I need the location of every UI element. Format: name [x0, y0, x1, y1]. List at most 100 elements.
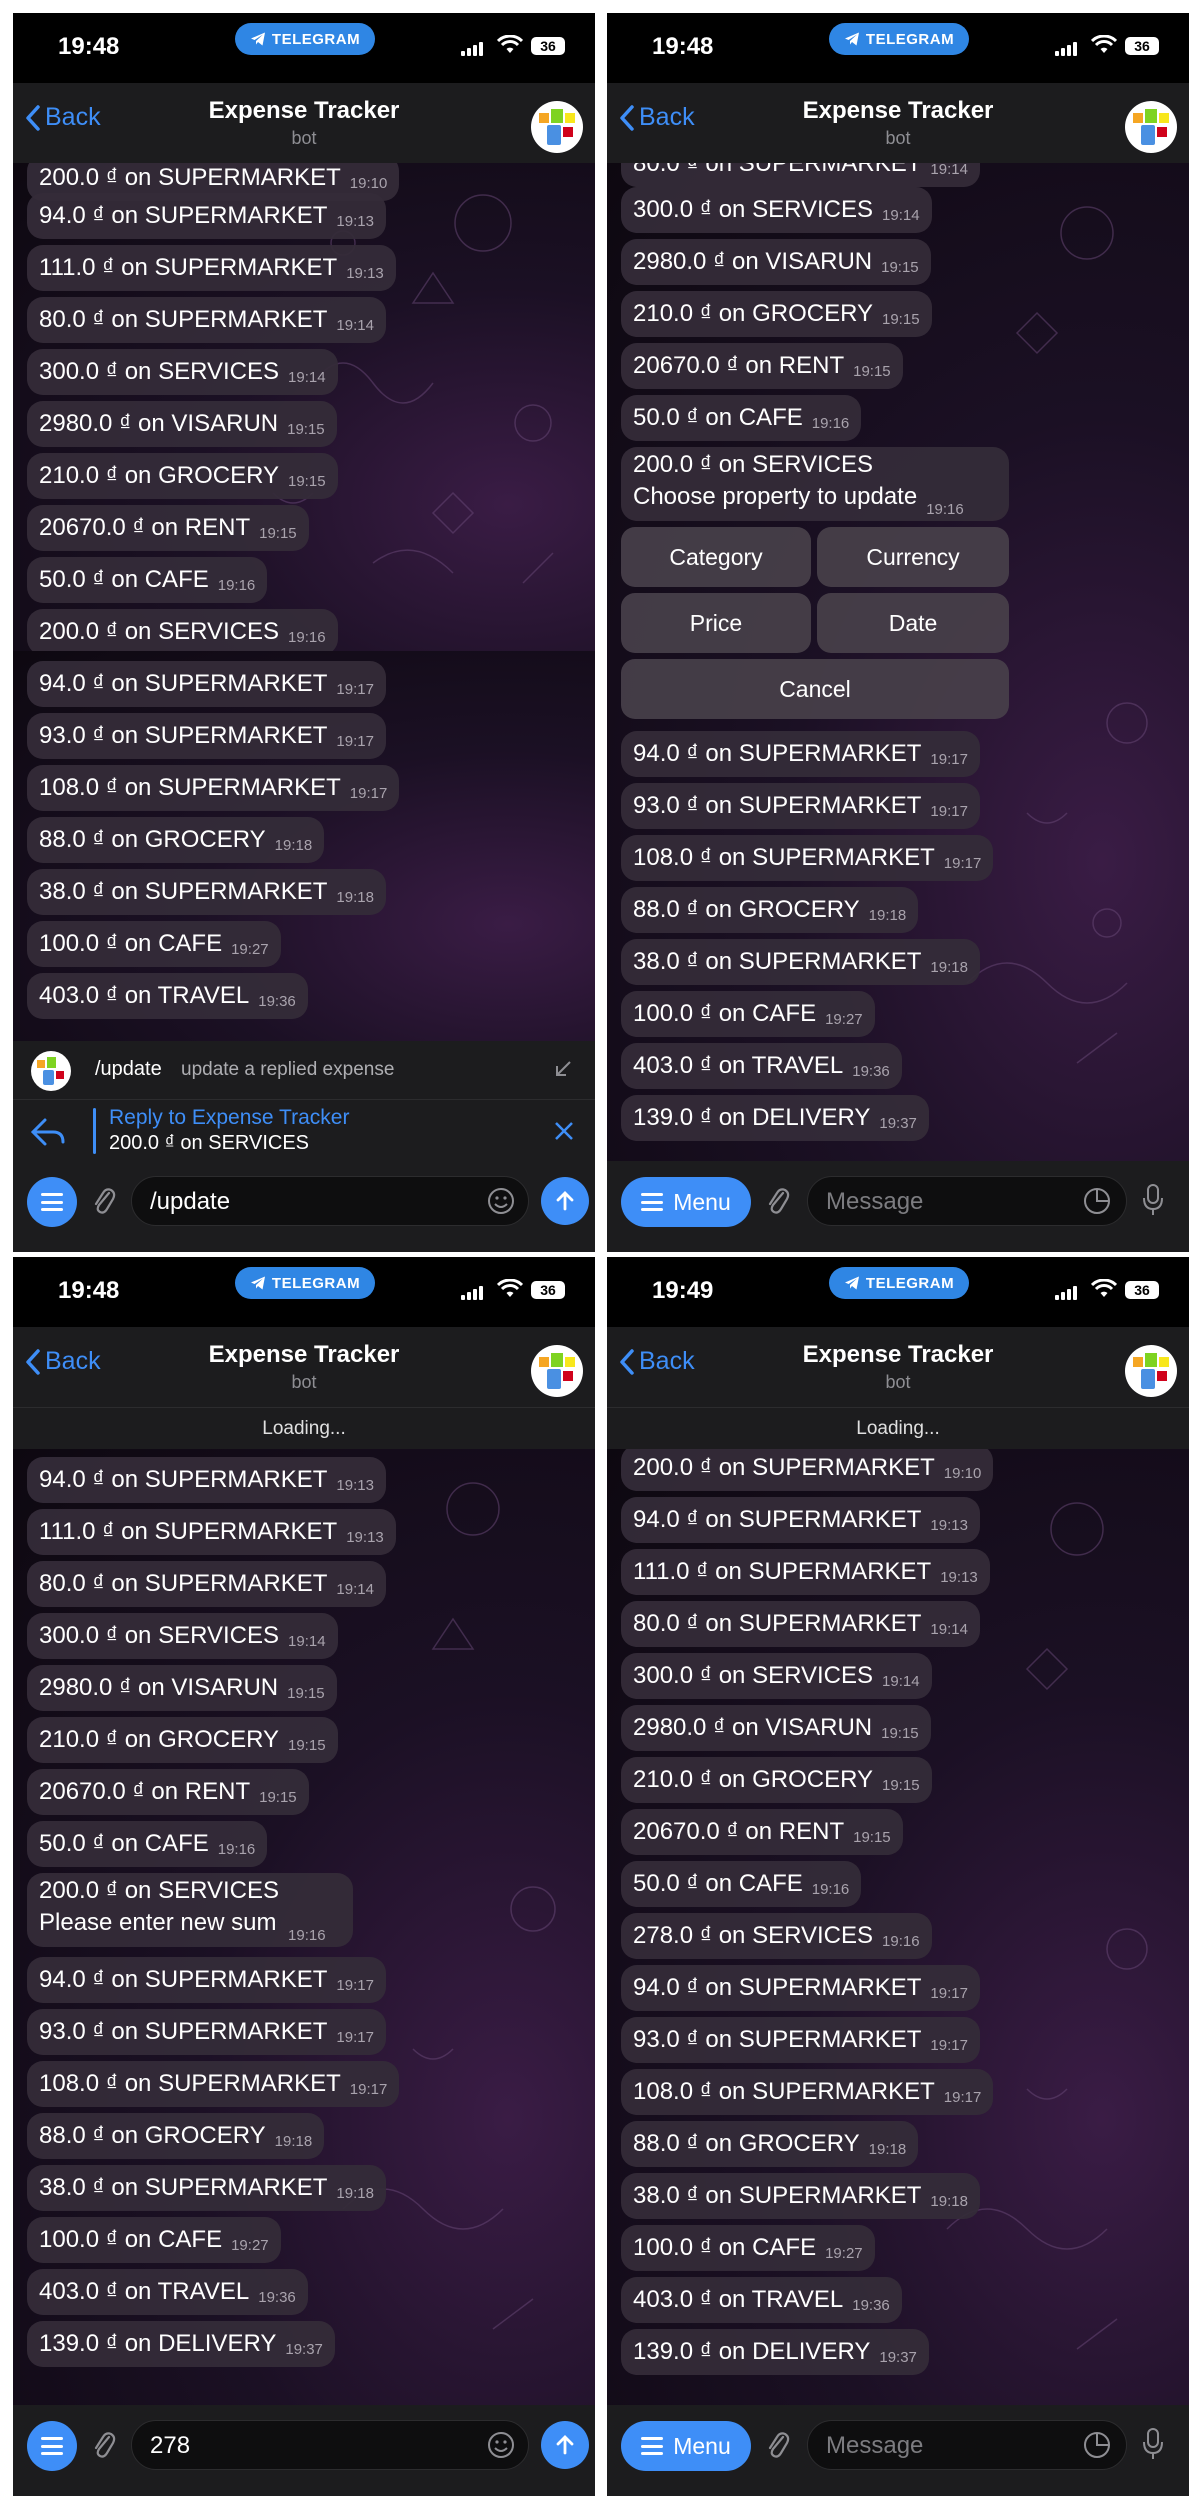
- message-bubble: 403.0 ₫ on TRAVEL 19:36: [27, 2269, 308, 2315]
- telegram-pill[interactable]: TELEGRAM: [235, 1267, 375, 1299]
- sticker-icon[interactable]: [1082, 1186, 1112, 1216]
- bot-avatar[interactable]: [1125, 1345, 1177, 1397]
- category-button[interactable]: Category: [621, 527, 811, 587]
- battery-icon: 36: [1125, 1281, 1159, 1299]
- message-bubble: 50.0 ₫ on CAFE 19:16: [621, 395, 862, 441]
- screenshot-panel-2: 19:48 TELEGRAM 36 Back Expense Tracker b…: [607, 13, 1189, 1252]
- message-bubble: 38.0 ₫ on SUPERMARKET 19:18: [621, 939, 980, 985]
- menu-button[interactable]: Menu: [621, 1177, 751, 1227]
- message-bubble: 20670.0 ₫ on RENT 19:15: [621, 1809, 903, 1855]
- message-bubble: 139.0 ₫ on DELIVERY 19:37: [621, 1095, 929, 1141]
- cancel-button[interactable]: Cancel: [621, 659, 1009, 719]
- status-bar: 19:48 TELEGRAM 36: [13, 1257, 595, 1327]
- message-bubble: 94.0 ₫ on SUPERMARKET 19:17: [621, 1965, 980, 2011]
- message-bubble: 300.0 ₫ on SERVICES 19:14: [27, 1613, 338, 1659]
- chat-header: Back Expense Tracker bot: [13, 1327, 595, 1407]
- message-input[interactable]: Message: [807, 1176, 1127, 1226]
- telegram-pill[interactable]: TELEGRAM: [235, 23, 375, 55]
- message-placeholder: Message: [826, 2432, 924, 2459]
- message-input-value: 278: [150, 2432, 191, 2459]
- signal-icon: [461, 42, 483, 56]
- loading-indicator: Loading...: [13, 1407, 595, 1450]
- attach-icon[interactable]: [91, 2429, 117, 2461]
- home-indicator-area: [607, 1228, 1189, 1252]
- chat-subtitle: bot: [885, 128, 911, 148]
- emoji-icon[interactable]: [486, 2430, 516, 2460]
- date-button[interactable]: Date: [817, 593, 1009, 653]
- close-icon[interactable]: [553, 1120, 575, 1142]
- bot-prompt-bubble: 200.0 ₫ on SERVICES Choose property to u…: [621, 447, 1009, 521]
- signal-icon: [461, 1286, 483, 1300]
- message-list[interactable]: 200.0 ₫ on SUPERMARKET 19:10 94.0 ₫ on SU…: [607, 1449, 1189, 2405]
- menu-icon: [41, 2437, 63, 2455]
- bot-avatar[interactable]: [1125, 101, 1177, 153]
- message-input[interactable]: Message: [807, 2420, 1127, 2470]
- menu-button[interactable]: [27, 1177, 77, 1227]
- currency-button[interactable]: Currency: [817, 527, 1009, 587]
- status-bar: 19:48 TELEGRAM 36: [607, 13, 1189, 83]
- message-list[interactable]: 200.0 ₫ on SUPERMARKET 19:10 94.0 ₫ on SU…: [13, 163, 595, 651]
- bot-prompt-bubble: 200.0 ₫ on SERVICES Please enter new sum…: [27, 1873, 353, 1947]
- wifi-icon: [497, 1279, 523, 1297]
- message-bubble: 2980.0 ₫ on VISARUN 19:15: [27, 1665, 337, 1711]
- emoji-icon[interactable]: [486, 1186, 516, 1216]
- command-suggestion[interactable]: /update update a replied expense: [13, 1041, 595, 1099]
- menu-icon: [41, 1193, 63, 1211]
- message-input[interactable]: /update: [131, 1176, 529, 1226]
- microphone-icon[interactable]: [1141, 2427, 1165, 2461]
- message-bubble: 80.0 ₫ on SUPERMARKET 19:14: [27, 297, 386, 343]
- message-bubble: 111.0 ₫ on SUPERMARKET 19:13: [621, 1549, 990, 1595]
- message-bubble: 20670.0 ₫ on RENT 19:15: [27, 1769, 309, 1815]
- attach-icon[interactable]: [765, 2429, 791, 2461]
- message-list-lower[interactable]: 94.0 ₫ on SUPERMARKET 19:17 93.0 ₫ on SUP…: [13, 651, 595, 1041]
- message-bubble: 108.0 ₫ on SUPERMARKET 19:17: [621, 835, 994, 881]
- message-bubble: 38.0 ₫ on SUPERMARKET 19:18: [27, 869, 386, 915]
- status-time: 19:48: [652, 33, 714, 60]
- message-bubble: 2980.0 ₫ on VISARUN 19:15: [621, 239, 931, 285]
- message-bubble: 88.0 ₫ on GROCERY 19:18: [27, 817, 325, 863]
- telegram-pill[interactable]: TELEGRAM: [829, 23, 969, 55]
- message-list[interactable]: 94.0 ₫ on SUPERMARKET 19:13 111.0 ₫ on SU…: [13, 1449, 595, 2405]
- reply-text: 200.0 ₫ on SERVICES: [109, 1132, 310, 1154]
- bot-logo-icon: [539, 109, 575, 145]
- attach-icon[interactable]: [765, 1185, 791, 1217]
- microphone-icon[interactable]: [1141, 1183, 1165, 1217]
- message-bubble: 20670.0 ₫ on RENT 19:15: [621, 343, 903, 389]
- status-time: 19:48: [58, 33, 120, 60]
- menu-button[interactable]: Menu: [621, 2421, 751, 2471]
- chat-header: Back Expense Tracker bot: [607, 1327, 1189, 1407]
- message-bubble: 111.0 ₫ on SUPERMARKET 19:13: [27, 245, 396, 291]
- arrow-up-icon: [556, 1191, 574, 1211]
- message-bubble: 139.0 ₫ on DELIVERY 19:37: [621, 2329, 929, 2375]
- menu-label: Menu: [673, 1188, 731, 1215]
- message-bubble: 50.0 ₫ on CAFE 19:16: [621, 1861, 862, 1907]
- chat-subtitle: bot: [291, 1372, 317, 1392]
- telegram-label: TELEGRAM: [271, 1274, 361, 1292]
- bot-avatar-small: [31, 1051, 71, 1091]
- message-bubble: 111.0 ₫ on SUPERMARKET 19:13: [27, 1509, 396, 1555]
- message-bubble: 300.0 ₫ on SERVICES 19:14: [621, 187, 932, 233]
- chat-subtitle: bot: [291, 128, 317, 148]
- message-bubble: 20670.0 ₫ on RENT 19:15: [27, 505, 309, 551]
- attach-icon[interactable]: [91, 1185, 117, 1217]
- message-bubble: 93.0 ₫ on SUPERMARKET 19:17: [27, 2009, 386, 2055]
- send-button[interactable]: [541, 1177, 589, 1225]
- sticker-icon[interactable]: [1082, 2430, 1112, 2460]
- bot-avatar[interactable]: [531, 1345, 583, 1397]
- message-bubble: 300.0 ₫ on SERVICES 19:14: [27, 349, 338, 395]
- price-button[interactable]: Price: [621, 593, 811, 653]
- message-list[interactable]: 80.0 ₫ on SUPERMARKET 19:14 300.0 ₫ on SE…: [607, 163, 1189, 1161]
- message-bubble: 94.0 ₫ on SUPERMARKET 19:13: [27, 193, 386, 239]
- screenshot-panel-1: 19:48 TELEGRAM 36 Back Expense Tracker b…: [13, 13, 595, 1252]
- message-bubble: 2980.0 ₫ on VISARUN 19:15: [27, 401, 337, 447]
- message-input[interactable]: 278: [131, 2420, 529, 2470]
- screenshot-panel-3: 19:48 TELEGRAM 36 Back Expense Tracker b…: [13, 1257, 595, 2496]
- bot-avatar[interactable]: [531, 101, 583, 153]
- message-bubble: 100.0 ₫ on CAFE 19:27: [621, 2225, 875, 2271]
- send-button[interactable]: [541, 2421, 589, 2469]
- message-input-value: /update: [150, 1188, 231, 1215]
- insert-arrow-icon[interactable]: [553, 1059, 573, 1079]
- menu-button[interactable]: [27, 2421, 77, 2471]
- message-bubble: 210.0 ₫ on GROCERY 19:15: [27, 453, 338, 499]
- telegram-pill[interactable]: TELEGRAM: [829, 1267, 969, 1299]
